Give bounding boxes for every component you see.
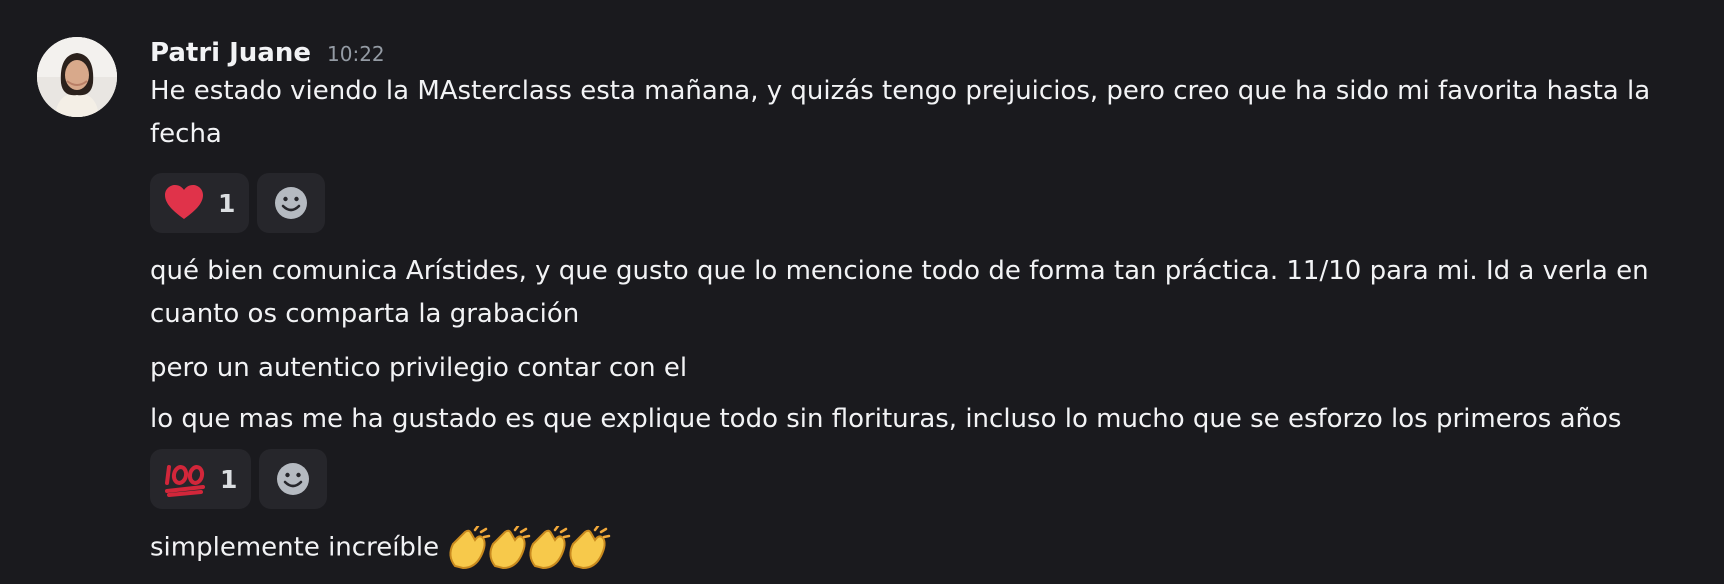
message-line: qué bien comunica Arístides, y que gusto… — [150, 256, 1649, 286]
chat-message-group: Patri Juane 10:22 He estado viendo la MA… — [0, 0, 1724, 584]
message-header: Patri Juane 10:22 — [150, 38, 385, 68]
reaction-bar: 1 — [150, 449, 328, 509]
reaction-hundred[interactable]: 1 — [150, 449, 252, 509]
message-timestamp[interactable]: 10:22 — [327, 42, 385, 66]
avatar[interactable] — [37, 37, 117, 117]
smiley-face-icon — [277, 463, 310, 495]
message-text: qué bien comunica Arístides, y que gusto… — [150, 250, 1649, 336]
clapping-hands-emoji — [569, 526, 611, 570]
reaction-count: 1 — [220, 464, 238, 494]
message-line: cuanto os comparta la grabación — [150, 299, 580, 329]
smiley-face-icon — [275, 187, 308, 219]
hundred-points-emoji — [165, 465, 205, 497]
message-text: simplemente increíble — [150, 526, 611, 570]
reaction-count: 1 — [218, 188, 236, 218]
message-line: He estado viendo la MAsterclass esta mañ… — [150, 76, 1651, 106]
author-name[interactable]: Patri Juane — [150, 38, 311, 68]
reaction-heart[interactable]: 1 — [150, 173, 250, 233]
message-line: simplemente increíble — [150, 532, 440, 563]
clapping-hands-emoji-group — [449, 526, 611, 570]
add-reaction-button[interactable] — [257, 173, 326, 233]
message-text: He estado viendo la MAsterclass esta mañ… — [150, 70, 1650, 156]
reaction-bar: 1 — [150, 173, 326, 233]
message-text: lo que mas me ha gustado es que explique… — [150, 398, 1621, 441]
message-line: pero un autentico privilegio contar con … — [150, 353, 688, 383]
add-reaction-button[interactable] — [259, 449, 328, 509]
message-line: fecha — [150, 119, 222, 149]
message-line: lo que mas me ha gustado es que explique… — [150, 404, 1622, 434]
heart-emoji — [165, 185, 203, 219]
message-text: pero un autentico privilegio contar con … — [150, 347, 687, 390]
user-avatar-image — [37, 37, 117, 117]
